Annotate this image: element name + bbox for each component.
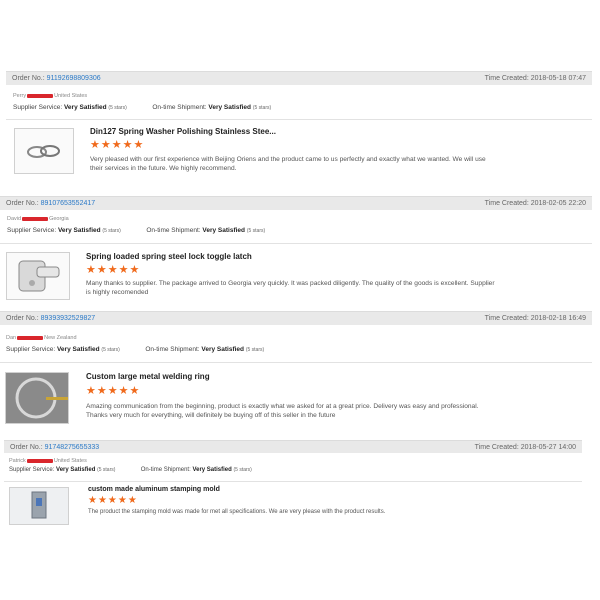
buyer-info: Perry United States (13, 93, 87, 99)
product-image[interactable] (14, 128, 74, 174)
rating-stars: ★★★★★ (86, 264, 141, 276)
buyer-country: United States (53, 458, 87, 464)
order-header-bar: Order No.: 91192698809306 Time Created: … (6, 71, 592, 85)
rating-stars: ★★★★★ (88, 495, 138, 506)
shipment-label: On-time Shipment: (140, 467, 191, 473)
time-created-value: 2018-02-05 22:20 (530, 200, 586, 207)
shipment-value: Very Satisfied (192, 467, 232, 473)
shipment-value: Very Satisfied (208, 104, 252, 111)
order-header-bar: Order No.: 91748275655333 Time Created: … (4, 440, 582, 453)
product-image[interactable] (9, 487, 69, 525)
rating-stars: ★★★★★ (90, 139, 145, 151)
supplier-service-label: Supplier Service: (13, 104, 63, 111)
review-text: Amazing communication from the beginning… (86, 403, 479, 419)
service-ratings: Supplier Service: Very Satisfied (5 star… (6, 346, 264, 353)
time-created-value: 2018-05-27 14:00 (520, 443, 576, 451)
redaction-mark (26, 458, 53, 463)
buyer-country: New Zealand (44, 335, 77, 341)
supplier-service-stars: (5 stars) (102, 228, 121, 234)
mold-image-icon (31, 491, 47, 519)
supplier-service-stars: (5 stars) (108, 105, 127, 111)
order-no-label: Order No.: (12, 75, 45, 82)
order-header-bar: Order No.: 89107653552417 Time Created: … (0, 196, 592, 210)
time-created-label: Time Created: (484, 75, 529, 82)
order-no-link[interactable]: 89393932529827 (41, 315, 96, 322)
buyer-name: Patrick (9, 458, 26, 464)
shipment-label: On-time Shipment: (146, 227, 201, 234)
order-no-link[interactable]: 91748275655333 (45, 444, 100, 451)
product-title[interactable]: Custom large metal welding ring (86, 372, 210, 381)
order-no-link[interactable]: 89107653552417 (41, 200, 96, 207)
supplier-service-label: Supplier Service: (9, 467, 55, 473)
divider (6, 119, 592, 120)
washer-image-icon (27, 145, 60, 158)
supplier-service-stars: (5 stars) (97, 467, 116, 473)
shipment-value: Very Satisfied (201, 346, 245, 353)
shipment-value: Very Satisfied (202, 227, 246, 234)
order-no-label: Order No.: (6, 315, 39, 322)
buyer-country: Georgia (49, 216, 69, 222)
supplier-service-value: Very Satisfied (63, 104, 107, 111)
buyer-name: David (7, 216, 22, 222)
buyer-country: United States (54, 93, 88, 99)
shipment-stars: (5 stars) (246, 228, 266, 234)
redaction-mark (27, 93, 54, 98)
product-title[interactable]: Spring loaded spring steel lock toggle l… (86, 252, 252, 261)
redaction-mark (22, 216, 49, 221)
time-created-label: Time Created: (484, 200, 529, 207)
shipment-stars: (5 stars) (252, 105, 272, 111)
order-no-label: Order No.: (10, 443, 43, 451)
shipment-stars: (5 stars) (245, 347, 265, 353)
product-title[interactable]: custom made aluminum stamping mold (88, 486, 220, 493)
latch-image-icon (18, 260, 60, 292)
review-text: Many thanks to supplier. The package arr… (86, 280, 495, 296)
order-header-bar: Order No.: 89393932529827 Time Created: … (0, 311, 592, 325)
buyer-name: Dan (6, 335, 17, 341)
time-created-value: 2018-02-18 16:49 (530, 315, 586, 322)
time-created-label: Time Created: (484, 315, 529, 322)
service-ratings: Supplier Service: Very Satisfied (5 star… (7, 227, 265, 234)
service-ratings: Supplier Service: Very Satisfied (5 star… (9, 467, 252, 473)
supplier-service-label: Supplier Service: (6, 346, 56, 353)
buyer-info: Patrick United States (9, 458, 87, 464)
buyer-name: Perry (13, 93, 27, 99)
ring-image-icon (6, 373, 68, 423)
service-ratings: Supplier Service: Very Satisfied (5 star… (13, 104, 271, 111)
redaction-mark (17, 335, 44, 340)
supplier-service-label: Supplier Service: (7, 227, 57, 234)
order-no-link[interactable]: 91192698809306 (47, 75, 101, 82)
supplier-service-value: Very Satisfied (56, 346, 100, 353)
rating-stars: ★★★★★ (86, 385, 141, 397)
review-text: The product the stamping mold was made f… (88, 509, 386, 515)
divider (4, 481, 582, 482)
product-image[interactable] (5, 372, 69, 424)
shipment-stars: (5 stars) (233, 467, 252, 473)
supplier-service-stars: (5 stars) (101, 347, 120, 353)
time-created-label: Time Created: (474, 443, 519, 451)
product-title[interactable]: Din127 Spring Washer Polishing Stainless… (90, 127, 276, 136)
divider (0, 243, 592, 244)
shipment-label: On-time Shipment: (145, 346, 200, 353)
supplier-service-value: Very Satisfied (56, 467, 96, 473)
supplier-service-value: Very Satisfied (57, 227, 101, 234)
time-created-value: 2018-05-18 07:47 (530, 75, 586, 82)
review-text: Very pleased with our first experience w… (90, 156, 486, 172)
buyer-info: Dan New Zealand (6, 335, 77, 341)
shipment-label: On-time Shipment: (152, 104, 207, 111)
product-image[interactable] (6, 252, 70, 300)
divider (0, 362, 592, 363)
order-no-label: Order No.: (6, 200, 39, 207)
buyer-info: David Georgia (7, 216, 69, 222)
